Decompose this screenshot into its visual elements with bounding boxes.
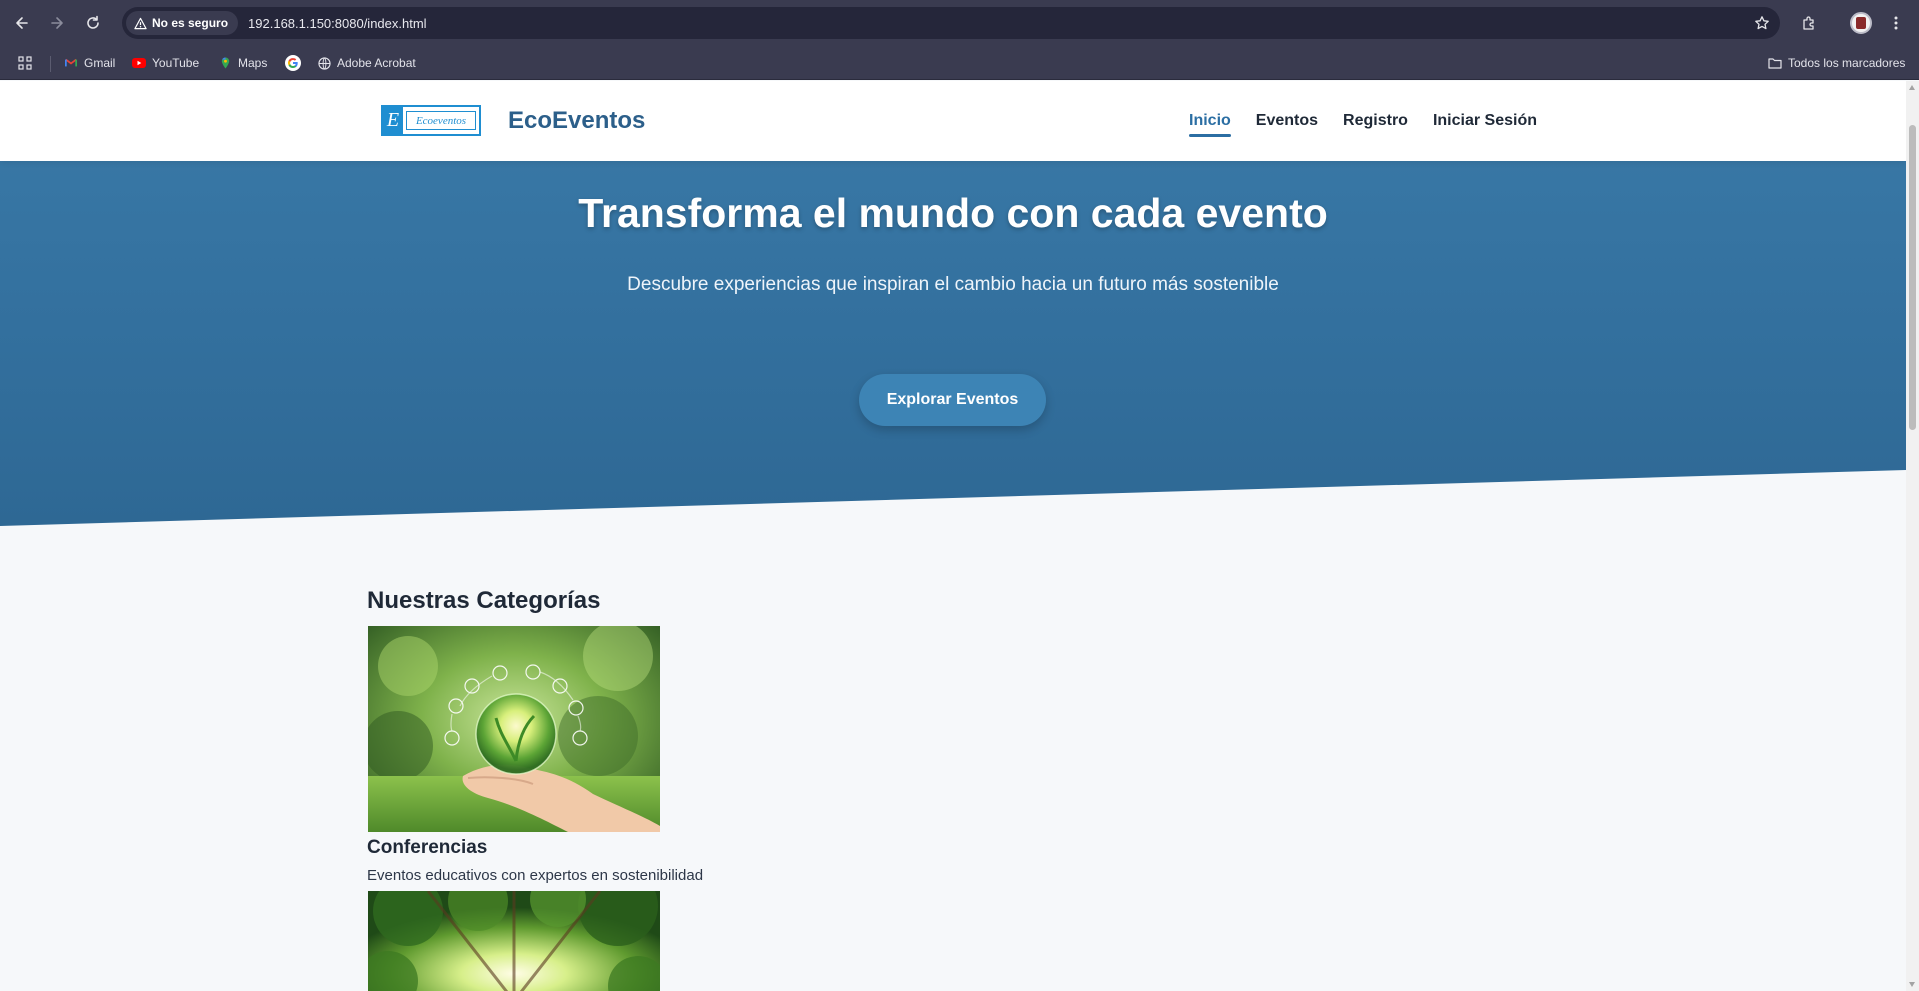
- page-viewport: E Ecoeventos EcoEventos Inicio Eventos R…: [0, 81, 1906, 991]
- kebab-menu-icon[interactable]: [1888, 11, 1904, 35]
- categories-title: Nuestras Categorías: [367, 587, 601, 614]
- address-bar[interactable]: No es seguro 192.168.1.150:8080/index.ht…: [122, 7, 1780, 39]
- back-arrow-icon[interactable]: [10, 11, 34, 35]
- hand-globe-image: [368, 626, 660, 832]
- bookmark-star-icon[interactable]: [1754, 15, 1770, 31]
- scroll-down-arrow-icon[interactable]: [1909, 982, 1915, 987]
- gmail-icon: [64, 56, 78, 70]
- url-text[interactable]: 192.168.1.150:8080/index.html: [248, 16, 427, 31]
- logo-wordmark: Ecoeventos: [406, 111, 476, 130]
- hero-subtitle: Descubre experiencias que inspiran el ca…: [627, 274, 1279, 295]
- security-chip[interactable]: No es seguro: [126, 11, 239, 35]
- all-bookmarks-button[interactable]: Todos los marcadores: [1768, 54, 1905, 72]
- nav-link-iniciar-sesion[interactable]: Iniciar Sesión: [1433, 109, 1537, 133]
- site-logo[interactable]: E Ecoeventos: [381, 105, 481, 136]
- category-image-forest[interactable]: [368, 891, 660, 991]
- nav-link-inicio[interactable]: Inicio: [1189, 109, 1231, 137]
- forward-arrow-icon[interactable]: [45, 11, 69, 35]
- forest-canopy-image: [368, 891, 660, 991]
- brand-name[interactable]: EcoEventos: [508, 105, 645, 137]
- scroll-up-arrow-icon[interactable]: [1909, 85, 1915, 90]
- extensions-icon[interactable]: [1797, 11, 1821, 35]
- bookmark-label: Maps: [238, 56, 268, 70]
- category-title[interactable]: Conferencias: [367, 835, 487, 861]
- browser-toolbar: No es seguro 192.168.1.150:8080/index.ht…: [0, 0, 1919, 46]
- google-icon: [285, 55, 301, 71]
- youtube-icon: [132, 56, 146, 70]
- reload-icon[interactable]: [81, 11, 105, 35]
- bookmark-youtube[interactable]: YouTube: [132, 54, 199, 72]
- bookmark-gmail[interactable]: Gmail: [64, 54, 115, 72]
- profile-avatar[interactable]: [1850, 12, 1872, 34]
- bookmark-label: Gmail: [84, 56, 116, 70]
- page-scrollbar[interactable]: [1906, 81, 1919, 991]
- main-nav: Inicio Eventos Registro Iniciar Sesión: [1189, 81, 1537, 161]
- site-header: E Ecoeventos EcoEventos Inicio Eventos R…: [0, 81, 1906, 161]
- bookmarks-bar: Gmail YouTube Maps Adobe Acrobat Todos l…: [0, 46, 1919, 80]
- hero-title: Transforma el mundo con cada evento: [578, 190, 1328, 236]
- bookmark-label: YouTube: [152, 56, 200, 70]
- logo-mark: E: [383, 107, 403, 134]
- globe-icon: [317, 56, 331, 70]
- folder-icon: [1768, 56, 1782, 70]
- category-image-conferencias[interactable]: [368, 626, 660, 832]
- all-bookmarks-label: Todos los marcadores: [1788, 56, 1906, 70]
- security-label: No es seguro: [152, 16, 229, 30]
- maps-icon: [218, 56, 232, 70]
- bookmark-adobe-acrobat[interactable]: Adobe Acrobat: [317, 54, 416, 72]
- bookmarks-divider: [50, 56, 51, 72]
- scrollbar-thumb[interactable]: [1909, 125, 1916, 430]
- explore-events-button[interactable]: Explorar Eventos: [859, 374, 1046, 426]
- warning-icon: [134, 17, 147, 29]
- nav-link-eventos[interactable]: Eventos: [1256, 109, 1318, 133]
- nav-link-registro[interactable]: Registro: [1343, 109, 1408, 133]
- bookmark-google[interactable]: [285, 54, 301, 72]
- bookmark-maps[interactable]: Maps: [218, 54, 267, 72]
- category-description: Eventos educativos con expertos en soste…: [367, 867, 704, 884]
- apps-grid-icon[interactable]: [18, 54, 32, 72]
- bookmark-label: Adobe Acrobat: [337, 56, 416, 70]
